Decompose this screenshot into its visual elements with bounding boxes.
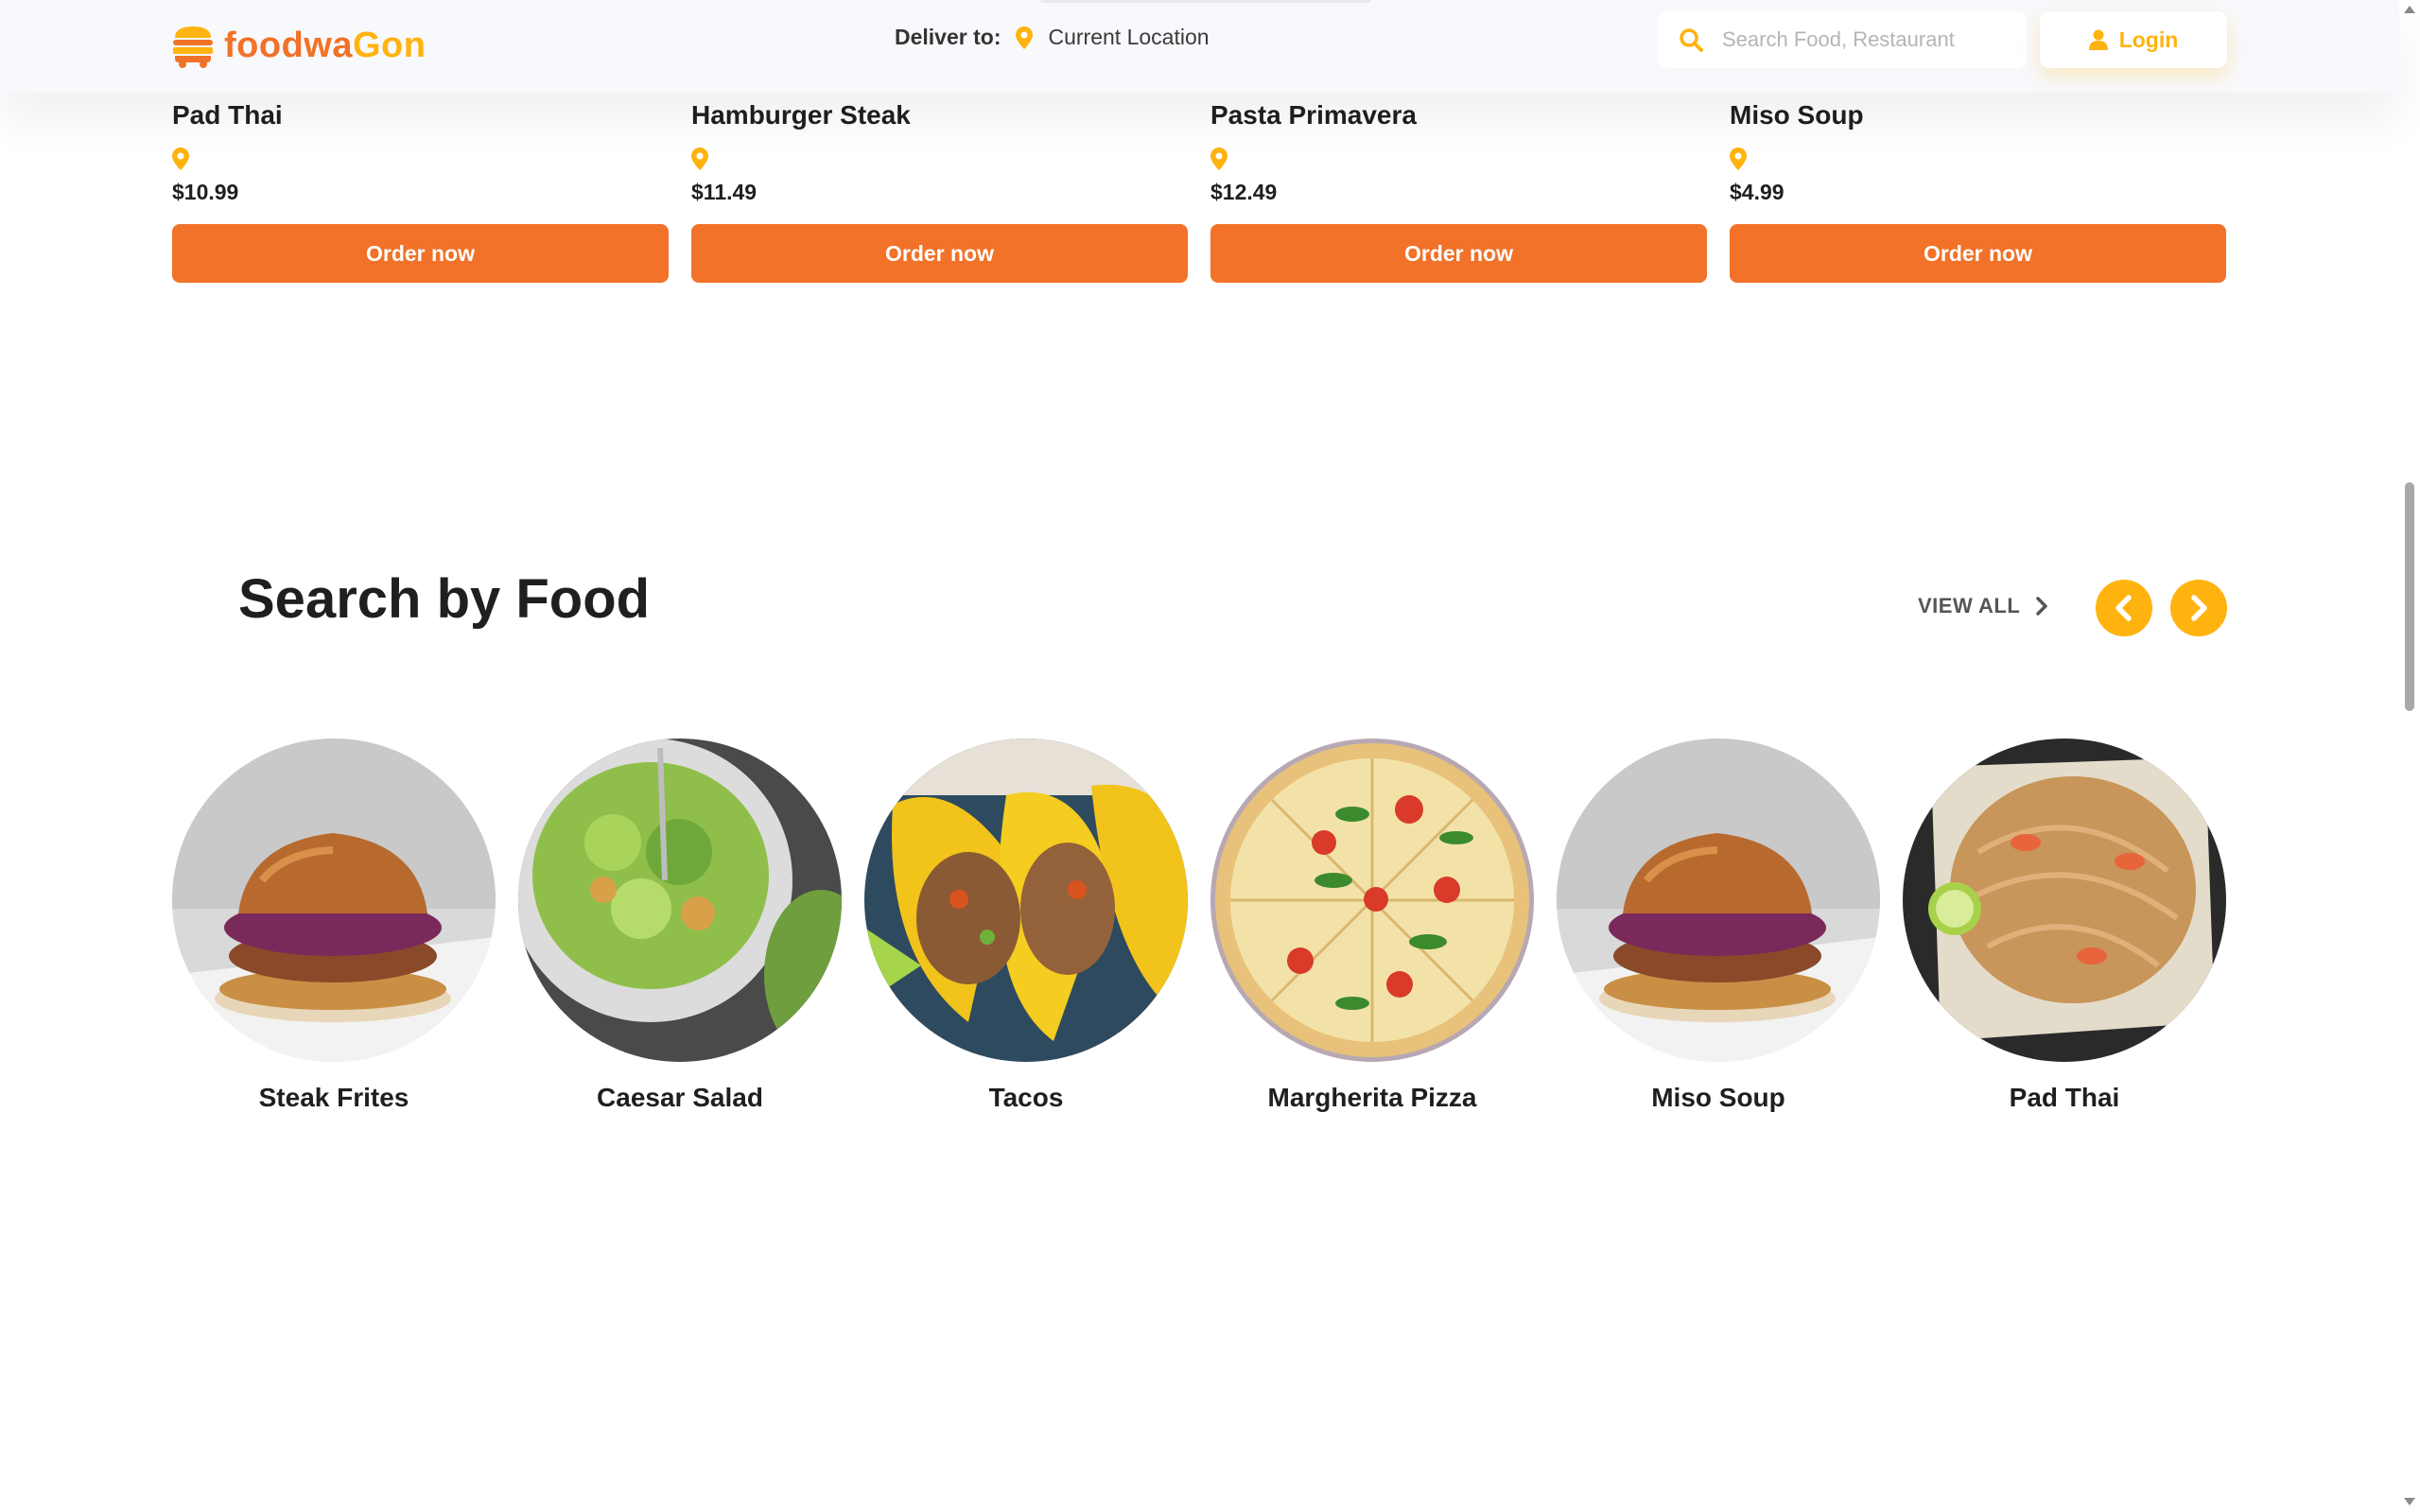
food-image-burger: [1557, 739, 1880, 1062]
carousel-next-button[interactable]: [2170, 580, 2227, 636]
scrollbar-thumb[interactable]: [2405, 482, 2414, 711]
food-card-name: Hamburger Steak: [691, 100, 911, 130]
search-icon: [1680, 28, 1703, 52]
map-pin-icon: [691, 148, 708, 170]
food-card: Pasta Primavera $12.49 Order now: [1210, 93, 1707, 283]
food-category-name: Caesar Salad: [597, 1083, 763, 1112]
food-card-price: $4.99: [1730, 180, 1785, 204]
food-card-price: $12.49: [1210, 180, 1278, 204]
food-image-tacos: [864, 739, 1188, 1062]
page-scrollbar[interactable]: [2399, 0, 2420, 1512]
login-label: Login: [2118, 26, 2179, 52]
search-bar[interactable]: [1658, 11, 2027, 68]
map-pin-icon: [172, 148, 189, 170]
food-card-name: Pad Thai: [172, 100, 283, 130]
food-category-carousel: Steak Frites Caesar Salad Tacos Margheri…: [172, 739, 2228, 1113]
burger-truck-icon: [173, 26, 213, 68]
food-category-item[interactable]: Miso Soup: [1557, 739, 1880, 1113]
food-category-name: Steak Frites: [258, 1083, 409, 1112]
order-now-button[interactable]: Order now: [691, 224, 1188, 283]
deliver-location[interactable]: Deliver to: Current Location: [895, 25, 1210, 50]
food-category-name: Margherita Pizza: [1267, 1083, 1477, 1112]
brand-name-part2: Gon: [352, 25, 427, 65]
food-category-name: Tacos: [988, 1083, 1064, 1112]
food-image-burger: [172, 739, 496, 1062]
food-image-salad: [518, 739, 842, 1062]
food-card: Pad Thai $10.99 Order now: [172, 93, 669, 283]
food-category-item[interactable]: Tacos: [864, 739, 1188, 1113]
header-edge-decoration: [1040, 0, 1371, 3]
map-pin-icon: [1210, 148, 1227, 170]
food-category-name: Miso Soup: [1651, 1083, 1785, 1112]
deliver-location-value: Current Location: [1048, 25, 1210, 49]
user-icon: [2088, 29, 2108, 50]
scroll-down-arrow-icon[interactable]: [2404, 1498, 2415, 1505]
order-now-button[interactable]: Order now: [172, 224, 669, 283]
food-category-item[interactable]: Margherita Pizza: [1210, 739, 1534, 1113]
carousel-prev-button[interactable]: [2096, 580, 2152, 636]
food-category-item[interactable]: Caesar Salad: [518, 739, 842, 1113]
view-all-link[interactable]: VIEW ALL: [1918, 594, 2048, 618]
food-card-price: $10.99: [172, 180, 239, 204]
search-input[interactable]: [1720, 26, 2008, 53]
order-now-button[interactable]: Order now: [1730, 224, 2226, 283]
food-card-name: Miso Soup: [1730, 100, 1864, 130]
brand-name-part1: foodwa: [224, 25, 353, 65]
food-card-name: Pasta Primavera: [1210, 100, 1417, 130]
food-category-name: Pad Thai: [2009, 1083, 2120, 1112]
chevron-left-icon: [2115, 595, 2132, 621]
brand-logo[interactable]: foodwaGon: [171, 23, 426, 68]
food-card: Miso Soup $4.99 Order now: [1730, 93, 2226, 283]
view-all-label: VIEW ALL: [1918, 594, 2021, 617]
deliver-label: Deliver to:: [895, 25, 1001, 49]
brand-name: foodwaGon: [224, 26, 426, 66]
top-navbar: foodwaGon Deliver to: Current Location L…: [0, 0, 2399, 93]
chevron-right-icon: [2036, 597, 2048, 616]
order-now-button[interactable]: Order now: [1210, 224, 1707, 283]
map-pin-icon: [1016, 26, 1034, 49]
scroll-up-arrow-icon[interactable]: [2404, 6, 2415, 13]
food-card-price: $11.49: [691, 180, 757, 204]
section-title: Search by Food: [238, 568, 651, 630]
login-button[interactable]: Login: [2040, 11, 2227, 68]
chevron-right-icon: [2191, 595, 2207, 621]
popular-items-row: Pad Thai $10.99 Order now Hamburger Stea…: [172, 93, 2228, 283]
food-card: Hamburger Steak $11.49 Order now: [691, 93, 1188, 283]
map-pin-icon: [1730, 148, 1747, 170]
food-category-item[interactable]: Pad Thai: [1903, 739, 2226, 1113]
food-image-pizza: [1210, 739, 1534, 1062]
food-image-noodles: [1903, 739, 2226, 1062]
food-category-item[interactable]: Steak Frites: [172, 739, 496, 1113]
